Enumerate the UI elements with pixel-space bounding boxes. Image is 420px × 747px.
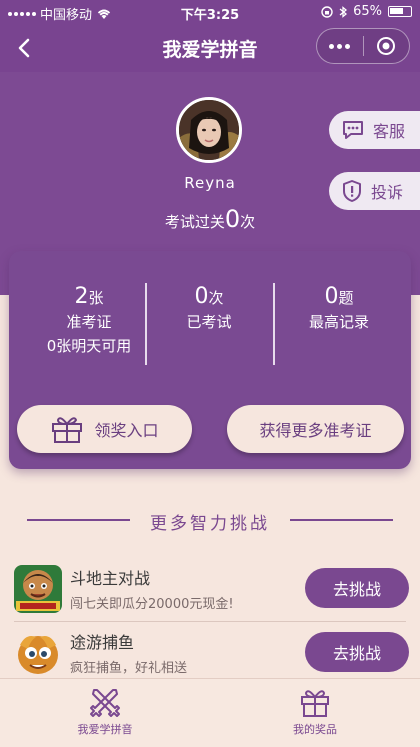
avatar[interactable] [176,97,242,163]
ticket-sub-label: 0张明天可用 [46,337,132,355]
tab-learn-pinyin-label: 我爱学拼音 [77,723,133,736]
battery-icon [388,6,412,17]
prize-entry-button[interactable]: 领奖入口 [17,405,192,453]
section-line-right [290,519,393,521]
tab-learn-pinyin[interactable]: 我爱学拼音 [45,685,165,737]
chat-icon [343,121,363,139]
stat-divider [273,283,275,365]
exam-count: 0 [224,205,241,233]
ticket-count: 2 [74,284,89,309]
close-program-button[interactable] [363,36,409,56]
tab-bar: 我爱学拼音 我的奖品 [0,678,420,747]
status-bar: 中国移动 下午3:25 65% [0,0,420,24]
section-title: 更多智力挑战 [150,514,270,534]
stats-card: 2张 准考证 0张明天可用 0次 已考试 0题 最高记录 领奖入口 获得更多准考… [9,251,411,469]
ticket-unit: 张 [88,289,104,307]
record-label: 最高记录 [308,313,369,331]
challenge-button[interactable]: 去挑战 [305,632,409,672]
complaint-label: 投诉 [371,183,404,202]
stat-divider [145,283,147,365]
section-header: 更多智力挑战 [0,505,420,535]
complaint-button[interactable]: 投诉 [329,172,420,210]
target-icon [377,37,396,55]
list-divider [14,621,406,622]
record-count: 0 [324,284,339,309]
customer-service-label: 客服 [373,122,406,141]
gift-icon [301,690,329,717]
challenge-button[interactable]: 去挑战 [305,568,409,608]
more-options-button[interactable] [317,43,363,49]
exam-stat-unit: 次 [208,289,224,307]
record-unit: 题 [338,289,354,307]
game-description: 疯狂捕鱼，好礼相送 [70,661,188,676]
game-name: 途游捕鱼 [70,633,135,652]
tab-my-prizes-label: 我的奖品 [293,723,337,736]
exam-stat: 0次 已考试 [159,285,259,334]
prize-entry-label: 领奖入口 [94,421,159,440]
nav-bar: 我爱学拼音 [0,24,420,72]
exam-suffix: 次 [240,213,256,231]
record-stat: 0题 最高记录 [289,285,389,334]
bluetooth-icon [339,5,348,18]
customer-service-button[interactable]: 客服 [329,111,420,149]
ticket-stat: 2张 准考证 0张明天可用 [39,285,139,358]
get-more-tickets-button[interactable]: 获得更多准考证 [227,405,404,453]
rotation-lock-icon [321,5,333,18]
exam-prefix: 考试过关 [164,213,225,231]
avatar-image [179,100,239,160]
list-item[interactable]: 斗地主对战 闯七关即瓜分20000元现金! 去挑战 [0,560,420,626]
fishing-game-icon [14,629,62,677]
exam-stat-count: 0 [194,284,209,309]
ticket-label: 准考证 [66,313,112,331]
status-right: 65% [321,4,412,19]
game-name: 斗地主对战 [70,569,151,588]
exam-stat-label: 已考试 [186,313,232,331]
battery-percent: 65% [353,4,382,19]
gift-icon [52,417,83,443]
game-description: 闯七关即瓜分20000元现金! [70,597,234,612]
get-more-tickets-label: 获得更多准考证 [259,421,372,440]
landlord-game-icon [14,565,62,613]
tab-my-prizes[interactable]: 我的奖品 [255,685,375,737]
crossed-swords-icon [90,689,120,717]
mini-program-capsule [316,28,410,64]
shield-alert-icon [343,180,361,202]
